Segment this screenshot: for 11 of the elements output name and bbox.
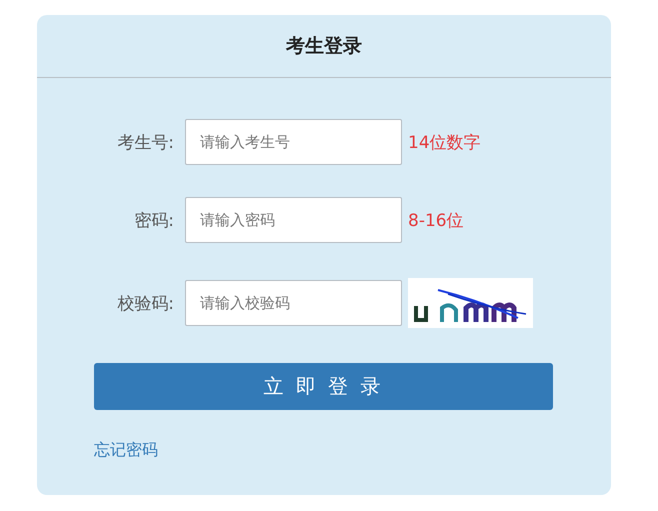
- hint-text: 14位数字: [408, 132, 481, 154]
- input-field[interactable]: 请输入考生号: [185, 119, 402, 165]
- input-field[interactable]: 请输入密码: [185, 197, 402, 243]
- hint-text: 8-16位: [408, 210, 464, 232]
- forgot-password-link[interactable]: 忘记密码: [94, 440, 158, 461]
- field-label: 考生号:: [116, 132, 175, 154]
- field-label: 密码:: [133, 210, 175, 232]
- panel-title: 考生登录: [286, 34, 362, 59]
- input-field[interactable]: 请输入校验码: [185, 280, 402, 326]
- field-label: 校验码:: [116, 292, 175, 314]
- login-button[interactable]: 立 即 登 录: [94, 363, 553, 410]
